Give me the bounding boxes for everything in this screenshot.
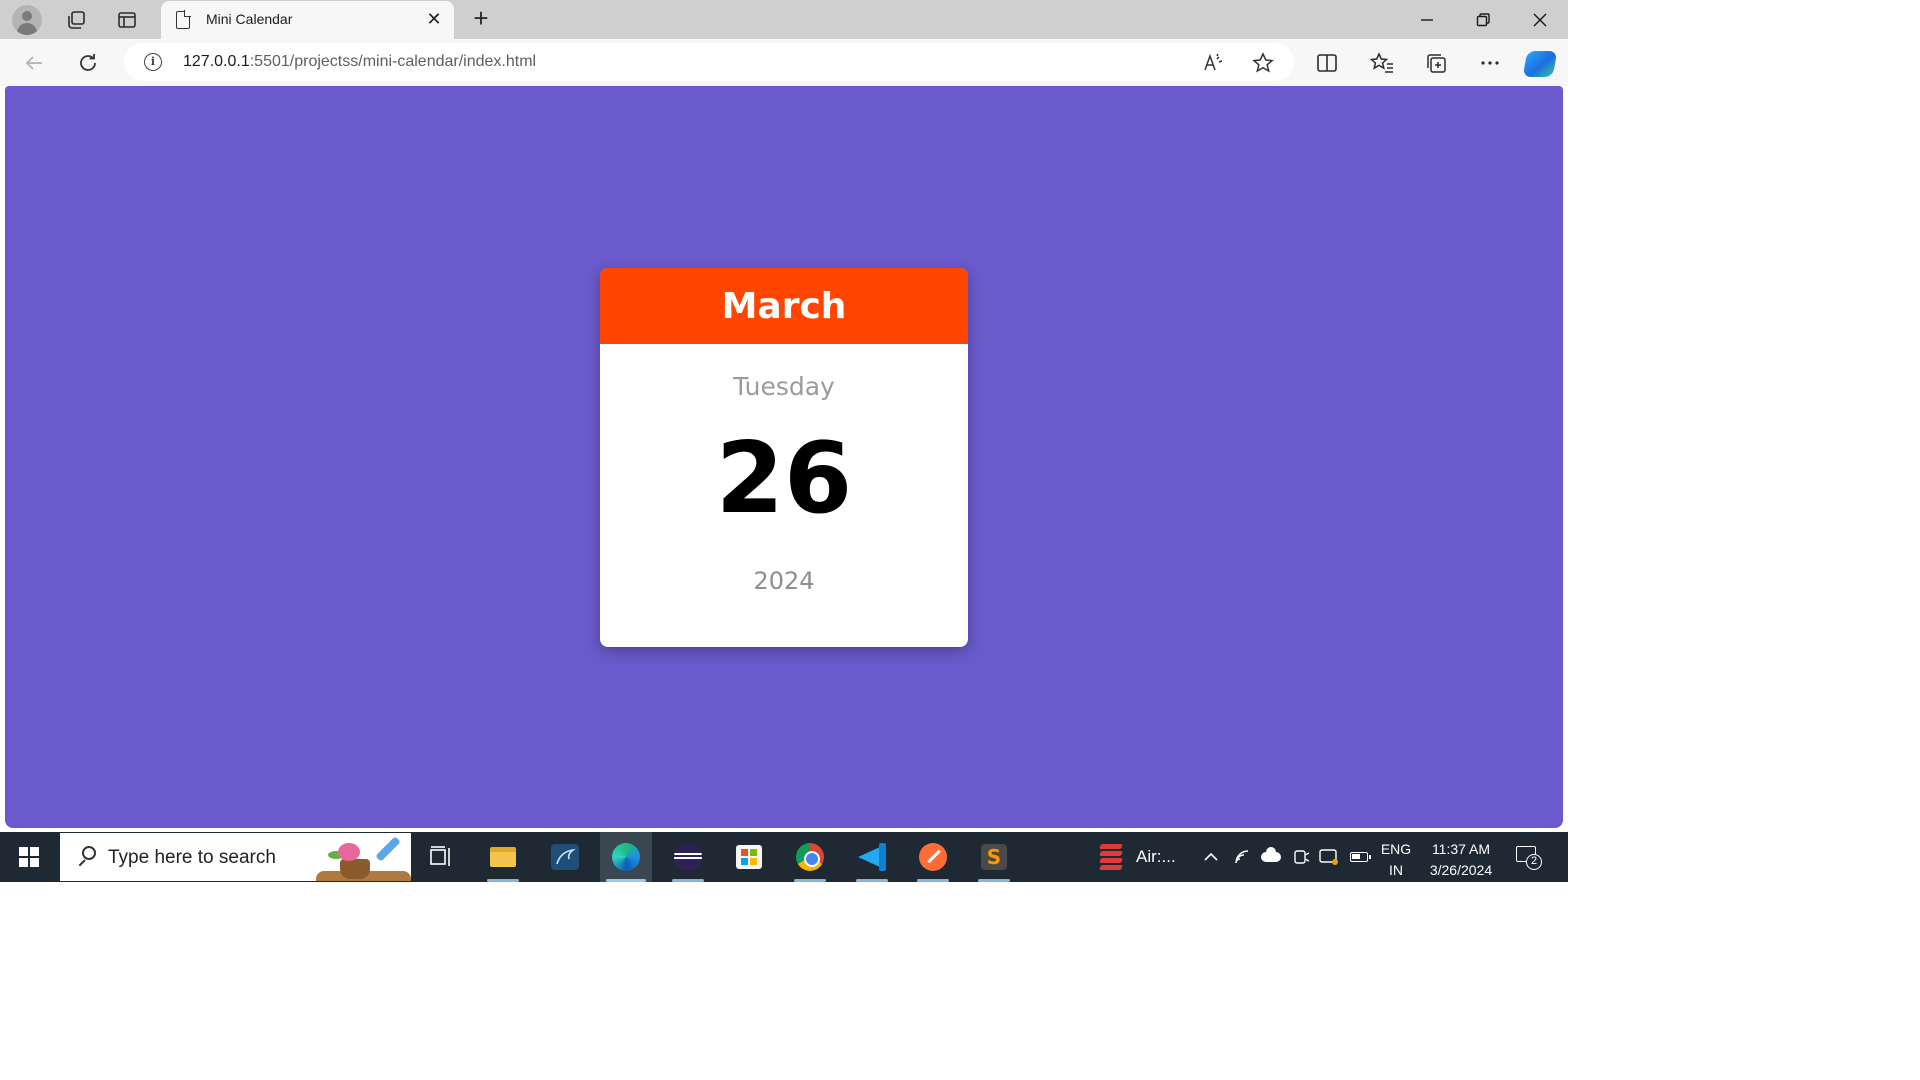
air-quality-widget[interactable]: Air:... <box>1096 832 1188 882</box>
profile-avatar-icon[interactable] <box>12 5 42 35</box>
air-quality-label: Air:... <box>1136 847 1176 866</box>
tab-title: Mini Calendar <box>206 11 293 27</box>
vscode-icon[interactable] <box>846 832 898 882</box>
show-hidden-icons-chevron-icon[interactable] <box>1200 832 1222 882</box>
taskbar-search-box[interactable]: Type here to search <box>60 833 411 881</box>
file-explorer-icon[interactable] <box>477 832 529 882</box>
onedrive-cloud-icon[interactable] <box>1260 832 1282 882</box>
air-quality-icon <box>1099 844 1123 870</box>
wifi-icon[interactable] <box>1232 832 1254 882</box>
favorite-star-icon[interactable] <box>1251 51 1275 75</box>
refresh-icon[interactable] <box>73 48 103 78</box>
close-tab-icon[interactable]: ✕ <box>424 9 444 29</box>
url-path: :5501/projectss/mini-calendar/index.html <box>249 53 537 70</box>
edge-taskbar-icon[interactable] <box>600 832 652 882</box>
input-language-indicator[interactable]: ENG IN <box>1378 839 1414 881</box>
language-region: IN <box>1389 862 1403 878</box>
address-bar[interactable]: i 127.0.0.1:5501/projectss/mini-calendar… <box>124 43 1294 81</box>
clock-date: 3/26/2024 <box>1429 862 1493 878</box>
workspaces-icon[interactable] <box>62 6 90 34</box>
postman-icon[interactable] <box>907 832 959 882</box>
page-viewport: March Tuesday 26 2024 <box>5 86 1563 828</box>
sublime-text-icon[interactable] <box>968 832 1020 882</box>
tab-mini-calendar[interactable]: Mini Calendar ✕ <box>161 1 454 39</box>
close-window-icon[interactable] <box>1526 6 1554 34</box>
windows-taskbar: Type here to search Air:... ENG IN 11:37… <box>0 832 1568 882</box>
back-icon[interactable] <box>19 48 49 78</box>
search-placeholder: Type here to search <box>108 847 276 868</box>
browser-title-bar: Mini Calendar ✕ + <box>0 0 1568 39</box>
search-icon <box>77 846 96 867</box>
task-view-icon[interactable] <box>415 832 467 882</box>
start-button-icon[interactable] <box>0 832 58 882</box>
mysql-workbench-icon[interactable] <box>539 832 591 882</box>
calendar-month: March <box>600 268 968 344</box>
notification-center-icon[interactable]: 2 <box>1516 844 1542 870</box>
url-host: 127.0.0.1 <box>183 53 250 70</box>
favorites-icon[interactable] <box>1367 48 1397 78</box>
new-tab-icon[interactable]: + <box>468 5 494 32</box>
restore-icon[interactable] <box>1469 6 1497 34</box>
mini-calendar-card: March Tuesday 26 2024 <box>600 268 968 647</box>
search-highlight-illustration-icon <box>316 836 411 881</box>
minimize-icon[interactable] <box>1413 6 1441 34</box>
copilot-icon[interactable] <box>1522 51 1558 77</box>
chrome-icon[interactable] <box>784 832 836 882</box>
language-code: ENG <box>1380 841 1412 857</box>
microsoft-store-icon[interactable] <box>723 832 775 882</box>
calendar-year: 2024 <box>753 567 815 595</box>
split-screen-icon[interactable] <box>1312 48 1342 78</box>
update-status-icon[interactable] <box>1318 832 1340 882</box>
page-icon <box>176 10 191 29</box>
calendar-weekday: Tuesday <box>733 372 835 401</box>
read-aloud-icon[interactable] <box>1202 51 1226 75</box>
battery-icon[interactable] <box>1348 832 1371 882</box>
site-info-icon[interactable]: i <box>144 53 162 71</box>
calendar-date: 26 <box>715 422 853 536</box>
browser-toolbar: i 127.0.0.1:5501/projectss/mini-calendar… <box>0 39 1568 86</box>
collections-icon[interactable] <box>1421 48 1451 78</box>
eclipse-icon[interactable] <box>662 832 714 882</box>
clock-time: 11:37 AM <box>1431 841 1491 857</box>
url-text[interactable]: 127.0.0.1:5501/projectss/mini-calendar/i… <box>183 53 536 71</box>
system-clock[interactable]: 11:37 AM 3/26/2024 <box>1420 839 1502 881</box>
more-options-icon[interactable] <box>1475 48 1505 78</box>
notification-count: 2 <box>1526 854 1542 870</box>
meet-now-icon[interactable] <box>1290 832 1312 882</box>
vertical-tabs-icon[interactable] <box>113 6 141 34</box>
